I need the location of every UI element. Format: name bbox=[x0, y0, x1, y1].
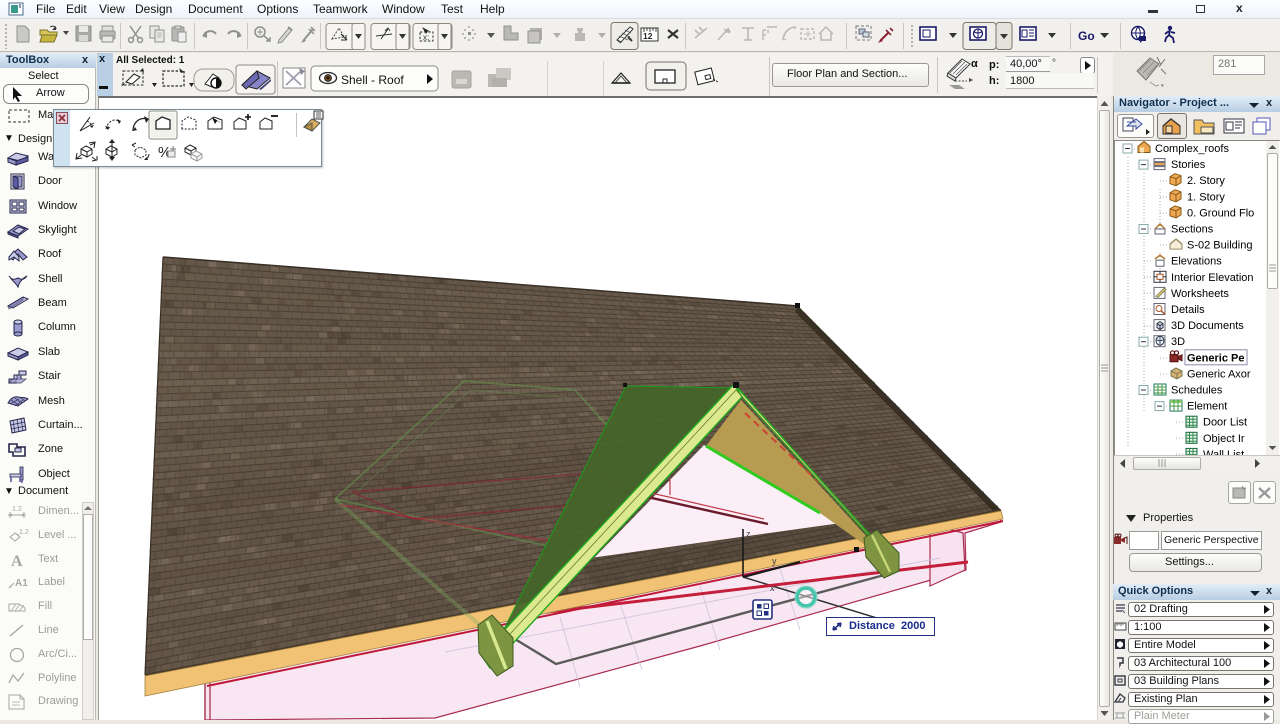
svg-text:12: 12 bbox=[643, 31, 653, 41]
svg-text:A: A bbox=[11, 553, 23, 570]
svg-text:Interior Elevation: Interior Elevation bbox=[1171, 272, 1254, 284]
svg-text:z: z bbox=[746, 529, 751, 539]
svg-text:Elevations: Elevations bbox=[1171, 256, 1222, 268]
svg-text:Door List: Door List bbox=[1203, 417, 1247, 429]
svg-text:S-02 Building: S-02 Building bbox=[1187, 240, 1252, 252]
svg-text:1.2: 1.2 bbox=[19, 529, 29, 536]
svg-text:Element: Element bbox=[1187, 401, 1227, 413]
svg-text:Sections: Sections bbox=[1171, 224, 1214, 236]
svg-text:x:: x: bbox=[423, 33, 429, 42]
svg-text:1.2: 1.2 bbox=[12, 506, 22, 513]
svg-text:3D: 3D bbox=[1171, 336, 1185, 348]
svg-text:0. Ground Flo: 0. Ground Flo bbox=[1187, 207, 1254, 219]
svg-text:Go: Go bbox=[1078, 29, 1095, 43]
svg-text:Worksheets: Worksheets bbox=[1171, 288, 1229, 300]
svg-text:Schedules: Schedules bbox=[1171, 385, 1223, 397]
svg-text:x: x bbox=[770, 583, 775, 593]
svg-text:Details: Details bbox=[1171, 304, 1205, 316]
svg-text:Generic Pe: Generic Pe bbox=[1187, 352, 1244, 364]
svg-text:Object Ir: Object Ir bbox=[1203, 433, 1245, 445]
svg-text:3D Documents: 3D Documents bbox=[1171, 320, 1244, 332]
svg-text:1. Story: 1. Story bbox=[1187, 191, 1225, 203]
svg-text:Complex_roofs: Complex_roofs bbox=[1155, 143, 1229, 155]
svg-text:y: y bbox=[772, 556, 777, 566]
svg-text:A1: A1 bbox=[15, 578, 28, 589]
svg-text:Stories: Stories bbox=[1171, 159, 1206, 171]
svg-text:Generic Axor: Generic Axor bbox=[1187, 368, 1251, 380]
svg-text:Shell - Roof: Shell - Roof bbox=[341, 73, 404, 87]
svg-text:2. Story: 2. Story bbox=[1187, 175, 1225, 187]
svg-text:α: α bbox=[971, 58, 978, 70]
